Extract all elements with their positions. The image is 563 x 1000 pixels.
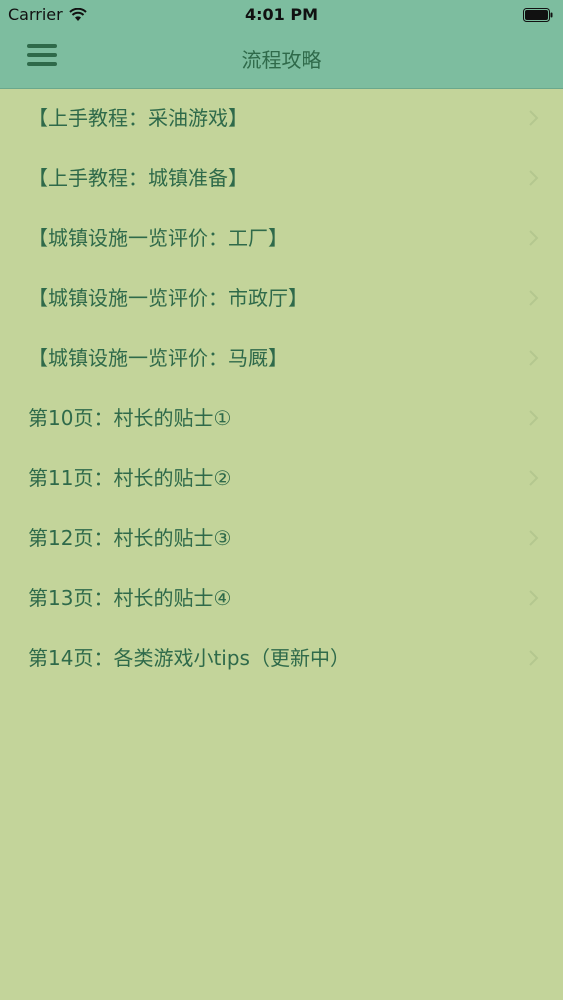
chevron-right-icon xyxy=(529,590,539,606)
list-item-label: 【上手教程：采油游戏】 xyxy=(28,106,248,130)
list-item-label: 第14页：各类游戏小tips（更新中） xyxy=(28,646,350,670)
list-item[interactable]: 第12页：村长的贴士③ xyxy=(0,508,563,568)
list-item-label: 【城镇设施一览评价：工厂】 xyxy=(28,226,288,250)
list-item[interactable]: 【上手教程：采油游戏】 xyxy=(0,88,563,148)
list-item[interactable]: 【城镇设施一览评价：市政厅】 xyxy=(0,268,563,328)
chevron-right-icon xyxy=(529,530,539,546)
chevron-right-icon xyxy=(529,290,539,306)
nav-bar: 流程攻略 xyxy=(0,30,563,89)
list-item[interactable]: 第14页：各类游戏小tips（更新中） xyxy=(0,628,563,688)
list-item-label: 第10页：村长的贴士① xyxy=(28,406,232,430)
list-item-label: 【上手教程：城镇准备】 xyxy=(28,166,248,190)
status-time: 4:01 PM xyxy=(244,5,318,24)
list-item-label: 【城镇设施一览评价：马厩】 xyxy=(28,346,288,370)
list-item[interactable]: 【上手教程：城镇准备】 xyxy=(0,148,563,208)
battery-icon xyxy=(523,8,553,22)
list-item-label: 【城镇设施一览评价：市政厅】 xyxy=(28,286,308,310)
chevron-right-icon xyxy=(529,230,539,246)
list-item-label: 第11页：村长的贴士② xyxy=(28,466,232,490)
chevron-right-icon xyxy=(529,470,539,486)
list-item-label: 第13页：村长的贴士④ xyxy=(28,586,232,610)
list-item[interactable]: 第13页：村长的贴士④ xyxy=(0,568,563,628)
chevron-right-icon xyxy=(529,650,539,666)
list-item[interactable]: 第10页：村长的贴士① xyxy=(0,388,563,448)
chevron-right-icon xyxy=(529,110,539,126)
list-item[interactable]: 【城镇设施一览评价：工厂】 xyxy=(0,208,563,268)
page-title: 流程攻略 xyxy=(241,48,322,72)
list-item[interactable]: 【城镇设施一览评价：马厩】 xyxy=(0,328,563,388)
list-item-label: 第12页：村长的贴士③ xyxy=(28,526,232,550)
chevron-right-icon xyxy=(529,170,539,186)
status-bar: Carrier 4:01 PM xyxy=(0,0,563,30)
chevron-right-icon xyxy=(529,350,539,366)
chevron-right-icon xyxy=(529,410,539,426)
guide-list: 【上手教程：采油游戏】 【上手教程：城镇准备】 【城镇设施一览评价：工厂】 【城… xyxy=(0,88,563,688)
list-item[interactable]: 第11页：村长的贴士② xyxy=(0,448,563,508)
